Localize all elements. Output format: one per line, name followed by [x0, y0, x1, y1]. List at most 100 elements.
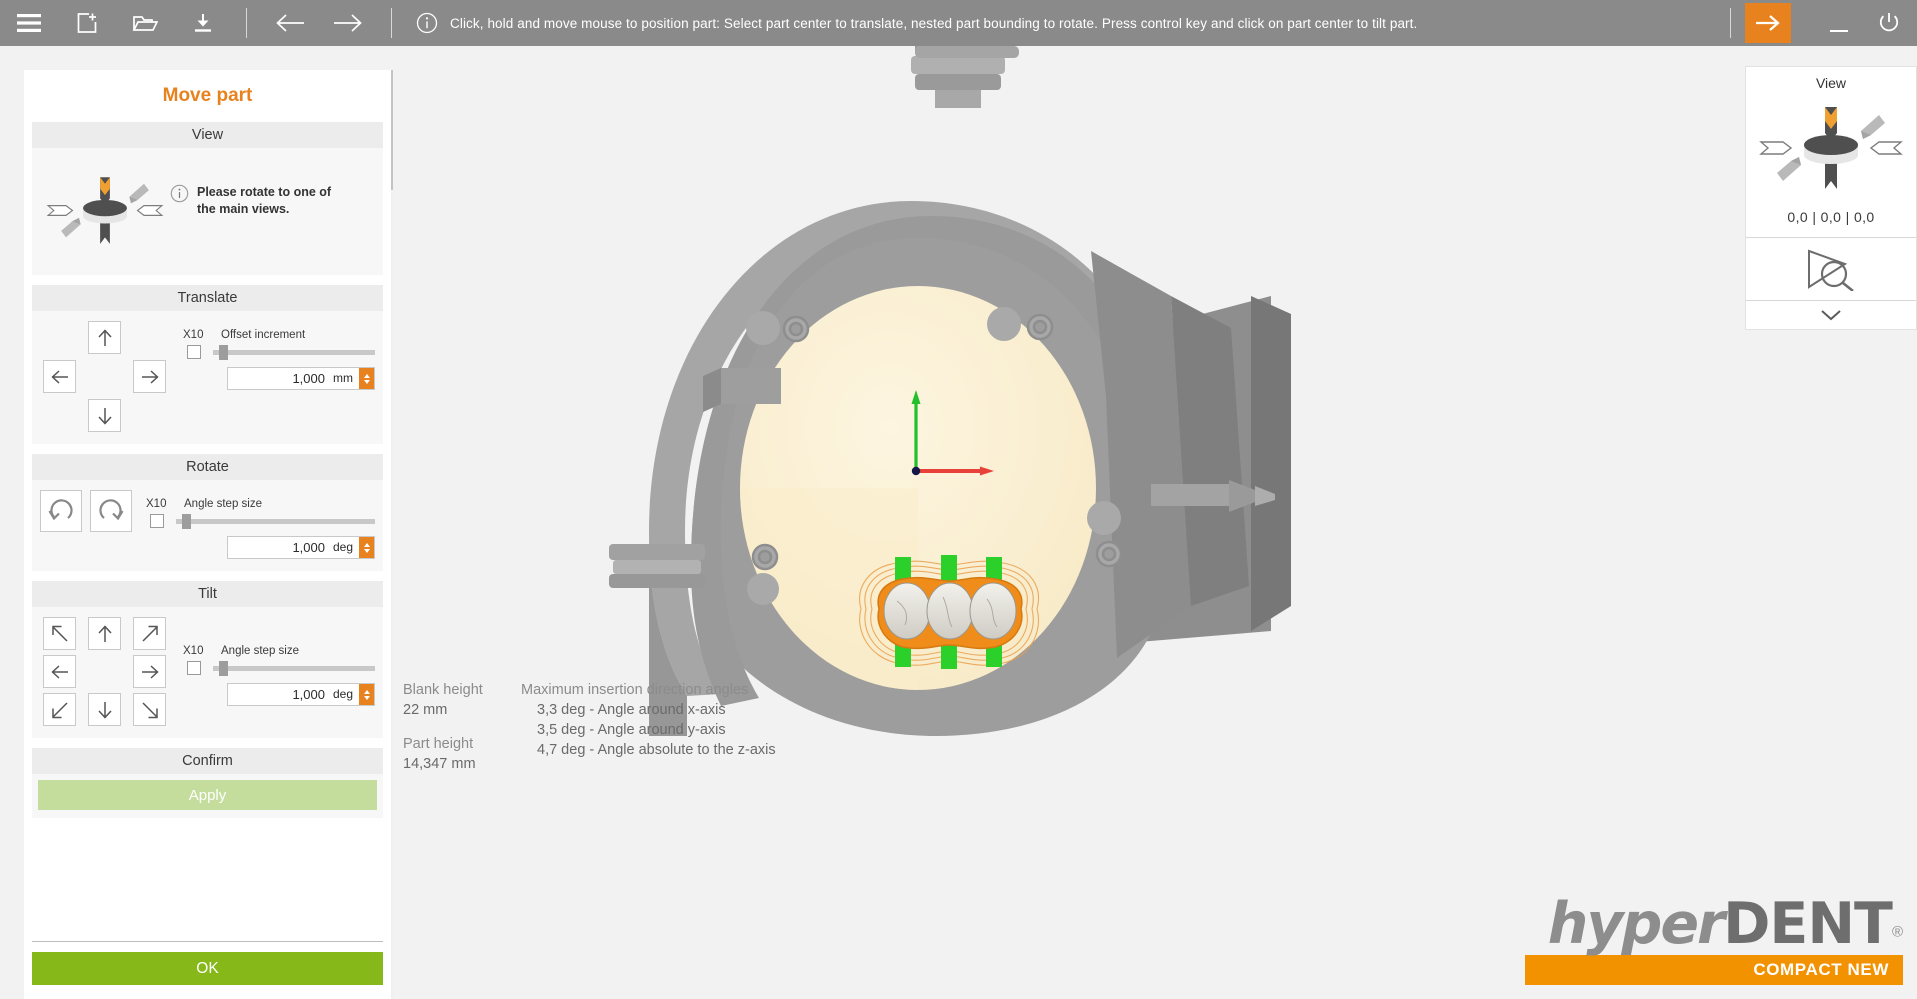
translate-direction-pad: [40, 321, 169, 432]
arrow-down-icon: [97, 701, 112, 719]
tilt-down-button[interactable]: [88, 693, 121, 726]
slider-knob[interactable]: [219, 661, 228, 676]
section-rotate: X10 Angle step size 1,000 deg: [32, 480, 383, 571]
panel-spacer: [24, 828, 391, 941]
zoom-to-fit-button[interactable]: [1746, 238, 1916, 300]
stepper-down-icon[interactable]: [363, 379, 370, 384]
3d-scene[interactable]: [391, 46, 1917, 999]
apply-button[interactable]: Apply: [38, 780, 377, 810]
tilt-x10-checkbox[interactable]: [187, 661, 201, 675]
save-project-button[interactable]: [174, 0, 232, 46]
new-project-button[interactable]: [58, 0, 116, 46]
rotate-angle-input[interactable]: 1,000 deg: [227, 536, 375, 559]
translate-up-button[interactable]: [88, 321, 121, 354]
translate-x10-checkbox[interactable]: [187, 345, 201, 359]
info-icon: [416, 12, 438, 34]
view-orientation-widget[interactable]: [1751, 93, 1911, 203]
section-view: Please rotate to one of the main views.: [32, 148, 383, 275]
forward-button[interactable]: [319, 0, 377, 46]
rotate-ccw-button[interactable]: [40, 490, 82, 532]
rotate-x10-checkbox[interactable]: [150, 514, 164, 528]
hamburger-menu-button[interactable]: [0, 0, 58, 46]
arrow-right-icon: [1756, 15, 1780, 31]
tilt-angle-stepper[interactable]: [359, 684, 374, 705]
rotate-x10-label: X10: [146, 498, 167, 510]
rotate-step-slider[interactable]: [176, 514, 375, 529]
product-logo: hyperDENT® COMPACT NEW: [1525, 896, 1903, 985]
arrow-down-icon: [97, 407, 112, 425]
tilt-left-button[interactable]: [43, 655, 76, 688]
back-button[interactable]: [261, 0, 319, 46]
arrow-up-right-icon: [141, 625, 158, 642]
view-cube-icon[interactable]: [1751, 93, 1911, 203]
slider-track: [176, 518, 375, 524]
view-top-right-arrow[interactable]: [1861, 115, 1885, 139]
translate-down-button[interactable]: [88, 399, 121, 432]
minimize-button[interactable]: [1817, 0, 1861, 46]
translate-offset-stepper[interactable]: [359, 368, 374, 389]
tilt-up-left-button[interactable]: [43, 617, 76, 650]
stepper-up-icon[interactable]: [363, 542, 370, 547]
rotate-cw-button[interactable]: [90, 490, 132, 532]
view-center-disc[interactable]: [83, 199, 127, 224]
slider-knob[interactable]: [219, 345, 228, 360]
minimize-icon: [1830, 30, 1848, 32]
translate-right-button[interactable]: [133, 360, 166, 393]
stepper-up-icon[interactable]: [363, 689, 370, 694]
tilt-step-slider[interactable]: [213, 661, 375, 676]
stepper-down-icon[interactable]: [363, 548, 370, 553]
view-right-arrow[interactable]: [136, 205, 164, 216]
translate-left-button[interactable]: [43, 360, 76, 393]
view-bottom-left-arrow[interactable]: [1777, 157, 1801, 181]
section-header-confirm: Confirm: [32, 748, 383, 774]
slider-track: [213, 665, 375, 671]
slider-knob[interactable]: [182, 514, 191, 529]
tilt-down-left-button[interactable]: [43, 693, 76, 726]
view-cube-icon[interactable]: [40, 158, 170, 263]
window-controls: [1716, 0, 1917, 46]
exit-button[interactable]: [1861, 0, 1917, 46]
3d-viewport[interactable]: Blank height 22 mm Part height 14,347 mm…: [391, 46, 1917, 999]
view-top-right-arrow[interactable]: [129, 183, 149, 204]
tilt-down-right-button[interactable]: [133, 693, 166, 726]
translate-step-slider[interactable]: [213, 345, 375, 360]
view-bottom-left-arrow[interactable]: [61, 217, 81, 238]
rotate-cw-icon: [99, 499, 124, 521]
tilt-right-button[interactable]: [133, 655, 166, 688]
tilt-angle-input[interactable]: 1,000 deg: [227, 683, 375, 706]
translate-x10-label: X10: [183, 329, 204, 341]
tilt-up-right-button[interactable]: [133, 617, 166, 650]
tilt-up-button[interactable]: [88, 617, 121, 650]
tilt-direction-pad: [40, 617, 169, 726]
view-right-arrow[interactable]: [1869, 141, 1903, 155]
toolbar-divider-3: [1730, 8, 1731, 38]
translate-offset-unit: mm: [333, 371, 353, 385]
arrow-up-icon: [97, 328, 112, 346]
ok-button[interactable]: OK: [32, 952, 383, 985]
section-header-translate: Translate: [32, 285, 383, 311]
translate-step-label: Offset increment: [221, 329, 306, 341]
panel-view-orientation-widget[interactable]: [40, 158, 170, 263]
continue-button[interactable]: [1745, 3, 1791, 43]
section-header-tilt: Tilt: [32, 581, 383, 607]
stepper-down-icon[interactable]: [363, 695, 370, 700]
section-confirm: Apply: [32, 774, 383, 818]
view-hint: Please rotate to one of the main views.: [170, 158, 337, 218]
view-center-disc[interactable]: [1804, 135, 1858, 164]
toolbar-divider-1: [246, 8, 247, 38]
view-panel-title: View: [1815, 75, 1847, 91]
rotate-angle-stepper[interactable]: [359, 537, 374, 558]
view-navigation-panel: View 0,0 | 0,0 | 0,0: [1745, 66, 1917, 330]
expand-panel-button[interactable]: [1746, 301, 1916, 329]
arrow-left-icon: [50, 664, 68, 679]
view-left-arrow[interactable]: [46, 205, 74, 216]
stepper-up-icon[interactable]: [363, 373, 370, 378]
translate-offset-input[interactable]: 1,000 mm: [227, 367, 375, 390]
view-left-arrow[interactable]: [1759, 141, 1793, 155]
open-project-button[interactable]: [116, 0, 174, 46]
logo-dent-text: DENT: [1723, 891, 1893, 957]
